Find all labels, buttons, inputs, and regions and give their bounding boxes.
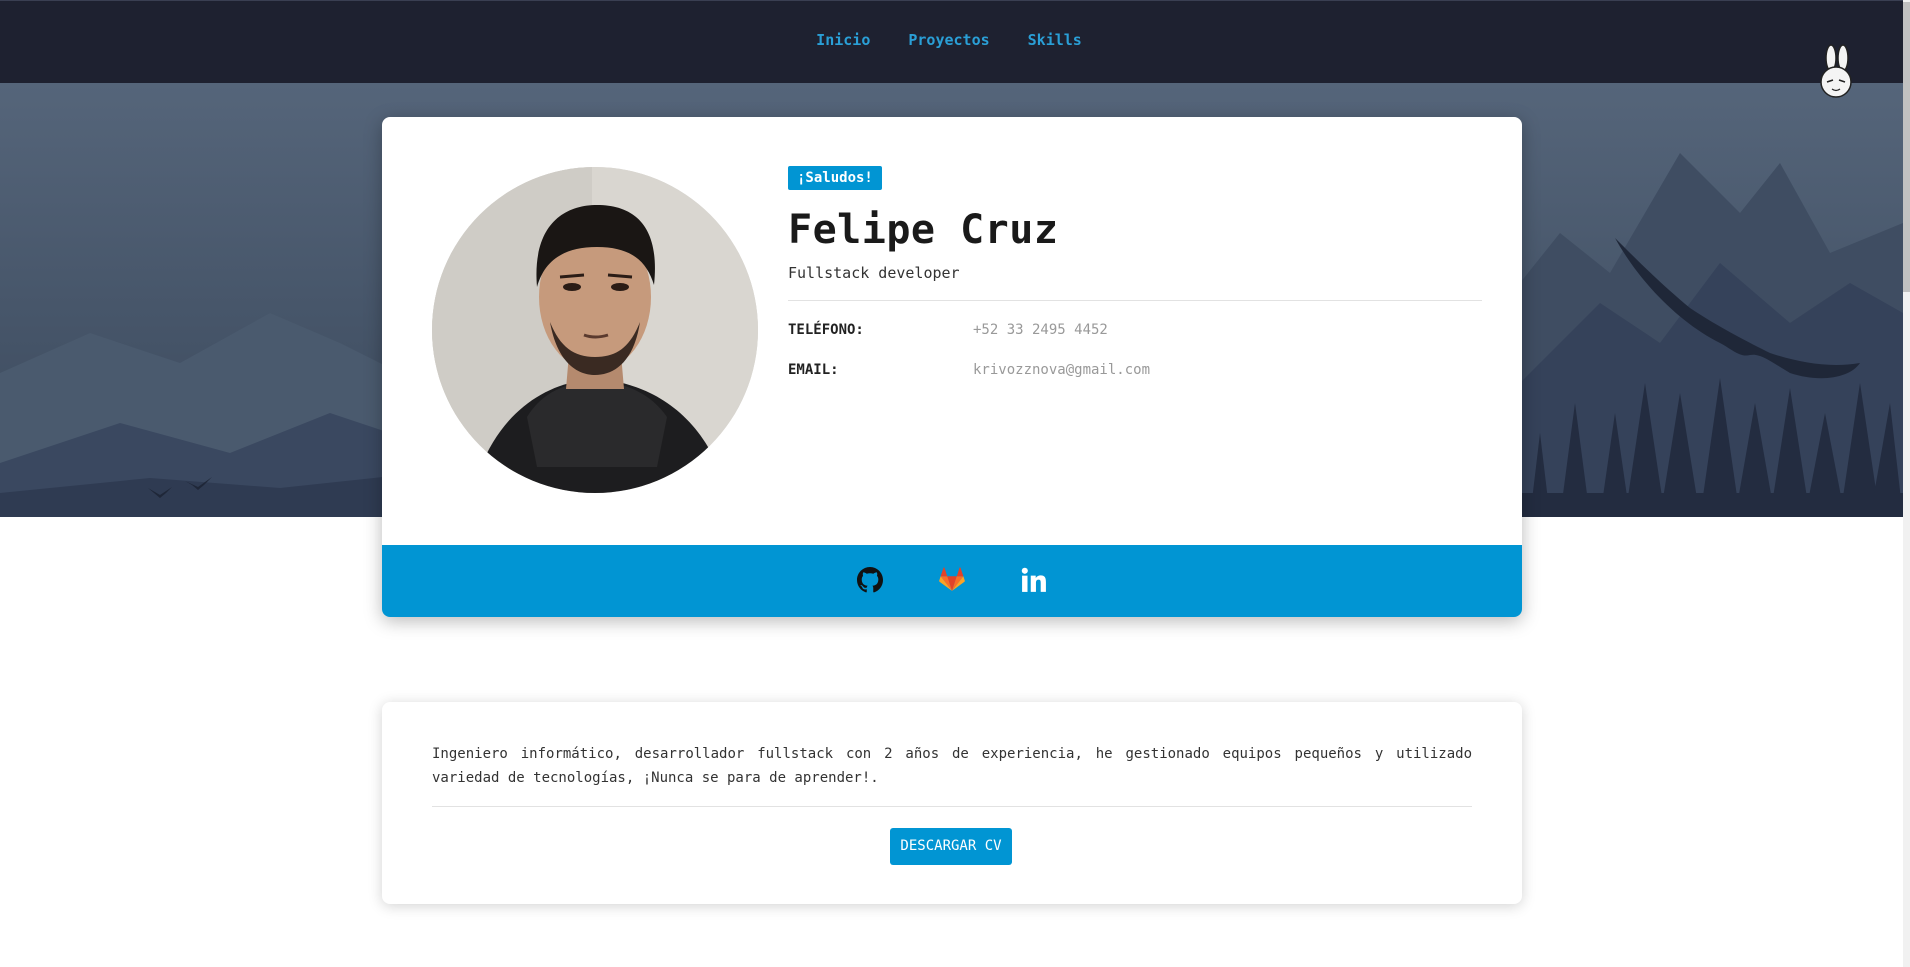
greeting-badge: ¡Saludos! bbox=[788, 166, 882, 190]
scrollbar-thumb[interactable] bbox=[1903, 2, 1910, 292]
email-value: krivozznova@gmail.com bbox=[973, 362, 1151, 378]
profile-divider bbox=[788, 300, 1482, 301]
github-icon[interactable] bbox=[857, 567, 883, 593]
bunny-logo-icon[interactable] bbox=[1815, 44, 1857, 100]
social-bar bbox=[382, 545, 1522, 617]
avatar bbox=[432, 167, 758, 493]
nav-link-inicio[interactable]: Inicio bbox=[816, 31, 870, 49]
about-text: Ingeniero informático, desarrollador ful… bbox=[432, 746, 1472, 786]
about-divider bbox=[432, 806, 1472, 807]
profile-role: Fullstack developer bbox=[788, 264, 960, 282]
top-navbar: Inicio Proyectos Skills bbox=[0, 0, 1903, 83]
nav-link-skills[interactable]: Skills bbox=[1028, 31, 1082, 49]
about-card: Ingeniero informático, desarrollador ful… bbox=[382, 702, 1522, 904]
profile-name: Felipe Cruz bbox=[788, 207, 1059, 253]
nav-link-proyectos[interactable]: Proyectos bbox=[908, 31, 989, 49]
phone-value: +52 33 2495 4452 bbox=[973, 322, 1108, 338]
profile-card: ¡Saludos! Felipe Cruz Fullstack develope… bbox=[382, 117, 1522, 617]
download-cv-button[interactable]: DESCARGAR CV bbox=[890, 828, 1012, 865]
email-label: EMAIL: bbox=[788, 362, 839, 378]
linkedin-icon[interactable] bbox=[1021, 567, 1047, 593]
phone-label: TELÉFONO: bbox=[788, 322, 864, 338]
gitlab-icon[interactable] bbox=[939, 567, 965, 593]
nav-links: Inicio Proyectos Skills bbox=[0, 31, 1903, 49]
page-scrollbar[interactable] bbox=[1903, 0, 1910, 967]
profile-photo bbox=[432, 167, 758, 493]
